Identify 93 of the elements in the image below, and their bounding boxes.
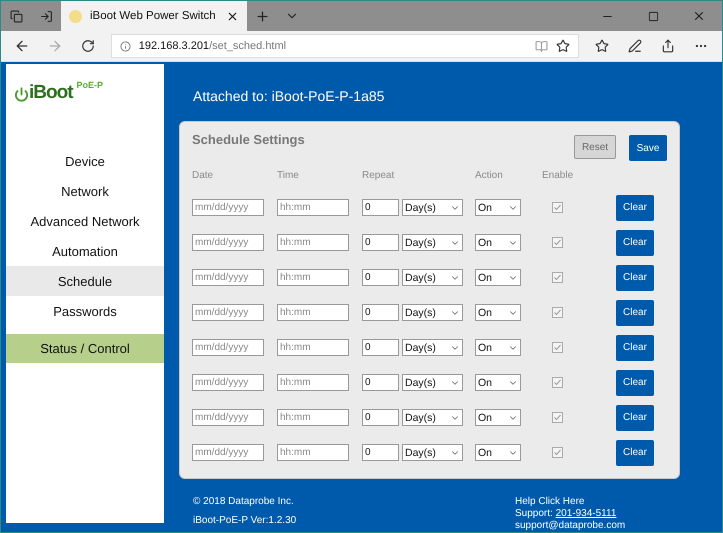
unit-select[interactable]: Day(s) — [402, 409, 463, 426]
nav-item[interactable]: Passwords — [6, 296, 164, 326]
nav-item[interactable]: Network — [6, 176, 164, 206]
reset-button[interactable]: Reset — [574, 135, 616, 159]
clear-button[interactable]: Clear — [616, 440, 654, 466]
unit-select[interactable]: Day(s) — [402, 304, 463, 321]
date-field[interactable]: mm/dd/yyyy — [192, 444, 264, 461]
share-icon[interactable] — [661, 39, 676, 53]
enable-checkbox[interactable] — [552, 272, 563, 283]
attached-device-label: Attached to: iBoot-PoE-P-1a85 — [192, 86, 386, 106]
tabs-icon[interactable] — [10, 10, 22, 22]
column-header: Date — [192, 170, 214, 183]
column-header: Repeat — [362, 170, 396, 183]
maximize-icon[interactable] — [648, 10, 658, 22]
plus-icon[interactable] — [254, 8, 270, 24]
enable-checkbox[interactable] — [552, 342, 563, 353]
date-field[interactable]: mm/dd/yyyy — [192, 199, 264, 216]
clear-button[interactable]: Clear — [616, 370, 654, 396]
clear-button[interactable]: Clear — [616, 334, 654, 360]
refresh-icon[interactable] — [81, 39, 96, 53]
date-field[interactable]: mm/dd/yyyy — [192, 234, 264, 251]
time-field[interactable]: hh:mm — [277, 374, 349, 391]
action-select[interactable]: On — [475, 374, 521, 391]
unit-select[interactable]: Day(s) — [402, 339, 463, 356]
time-field[interactable]: hh:mm — [277, 269, 349, 286]
repeat-field[interactable]: 0 — [362, 339, 399, 356]
action-select[interactable]: On — [475, 234, 521, 251]
pen-icon[interactable] — [628, 39, 642, 53]
info-icon — [120, 40, 131, 52]
support-label: Support: — [515, 508, 553, 519]
nav-item[interactable]: Device — [6, 146, 164, 176]
star-icon[interactable] — [556, 39, 570, 53]
favicon-icon — [69, 10, 82, 22]
logo: iBoot PoE-P — [6, 64, 164, 146]
browser-tab[interactable]: iBoot Web Power Switch — [61, 1, 247, 31]
date-field[interactable]: mm/dd/yyyy — [192, 269, 264, 286]
action-select[interactable]: On — [475, 339, 521, 356]
clear-button[interactable]: Clear — [616, 404, 654, 430]
enable-checkbox[interactable] — [552, 412, 563, 423]
date-field[interactable]: mm/dd/yyyy — [192, 409, 264, 426]
clear-button[interactable]: Clear — [616, 300, 654, 326]
action-select[interactable]: On — [475, 199, 521, 216]
repeat-field[interactable]: 0 — [362, 409, 399, 426]
unit-select[interactable]: Day(s) — [402, 199, 463, 216]
repeat-field[interactable]: 0 — [362, 304, 399, 321]
date-field[interactable]: mm/dd/yyyy — [192, 304, 264, 321]
nav-item[interactable]: Advanced Network — [6, 206, 164, 236]
nav-item[interactable]: Automation — [6, 236, 164, 266]
clear-button[interactable]: Clear — [616, 264, 654, 290]
nav-item[interactable]: Schedule — [6, 266, 164, 296]
time-field[interactable]: hh:mm — [277, 234, 349, 251]
repeat-field[interactable]: 0 — [362, 199, 399, 216]
action-select[interactable]: On — [475, 269, 521, 286]
unit-select[interactable]: Day(s) — [402, 374, 463, 391]
column-header: Time — [277, 170, 300, 183]
column-header: Enable — [542, 170, 574, 183]
save-button[interactable]: Save — [629, 135, 667, 161]
unit-select[interactable]: Day(s) — [402, 269, 463, 286]
unit-select[interactable]: Day(s) — [402, 234, 463, 251]
version-text: iBoot-PoE-P Ver:1.2.30 — [193, 515, 298, 527]
time-field[interactable]: hh:mm — [277, 444, 349, 461]
address-bar[interactable]: 192.168.3.201/set_sched.html — [110, 34, 580, 58]
enable-checkbox[interactable] — [552, 447, 563, 458]
action-select[interactable]: On — [475, 304, 521, 321]
email-text: support@dataprobe.com — [515, 520, 626, 532]
clear-button[interactable]: Clear — [616, 194, 654, 220]
nav-item[interactable]: Status / Control — [6, 334, 164, 363]
action-select[interactable]: On — [475, 444, 521, 461]
panel-title: Schedule Settings — [192, 132, 306, 147]
time-field[interactable]: hh:mm — [277, 339, 349, 356]
column-header: Action — [475, 170, 504, 183]
close-icon[interactable] — [226, 10, 239, 22]
repeat-field[interactable]: 0 — [362, 269, 399, 286]
repeat-field[interactable]: 0 — [362, 234, 399, 251]
date-field[interactable]: mm/dd/yyyy — [192, 339, 264, 356]
time-field[interactable]: hh:mm — [277, 199, 349, 216]
time-field[interactable]: hh:mm — [277, 304, 349, 321]
unit-select[interactable]: Day(s) — [402, 444, 463, 461]
enable-checkbox[interactable] — [552, 377, 563, 388]
repeat-field[interactable]: 0 — [362, 444, 399, 461]
phone-link[interactable]: 201-934-5111 — [556, 508, 616, 519]
repeat-field[interactable]: 0 — [362, 374, 399, 391]
date-field[interactable]: mm/dd/yyyy — [192, 374, 264, 391]
help-text: Help Click Here — [515, 496, 586, 508]
favorites-icon[interactable] — [594, 39, 609, 53]
time-field[interactable]: hh:mm — [277, 409, 349, 426]
action-select[interactable]: On — [475, 409, 521, 426]
enable-checkbox[interactable] — [552, 307, 563, 318]
enable-checkbox[interactable] — [552, 202, 563, 213]
enable-checkbox[interactable] — [552, 237, 563, 248]
clear-button[interactable]: Clear — [616, 230, 654, 256]
copyright-text: © 2018 Dataprobe Inc. — [193, 496, 295, 508]
book-icon[interactable] — [535, 40, 548, 52]
